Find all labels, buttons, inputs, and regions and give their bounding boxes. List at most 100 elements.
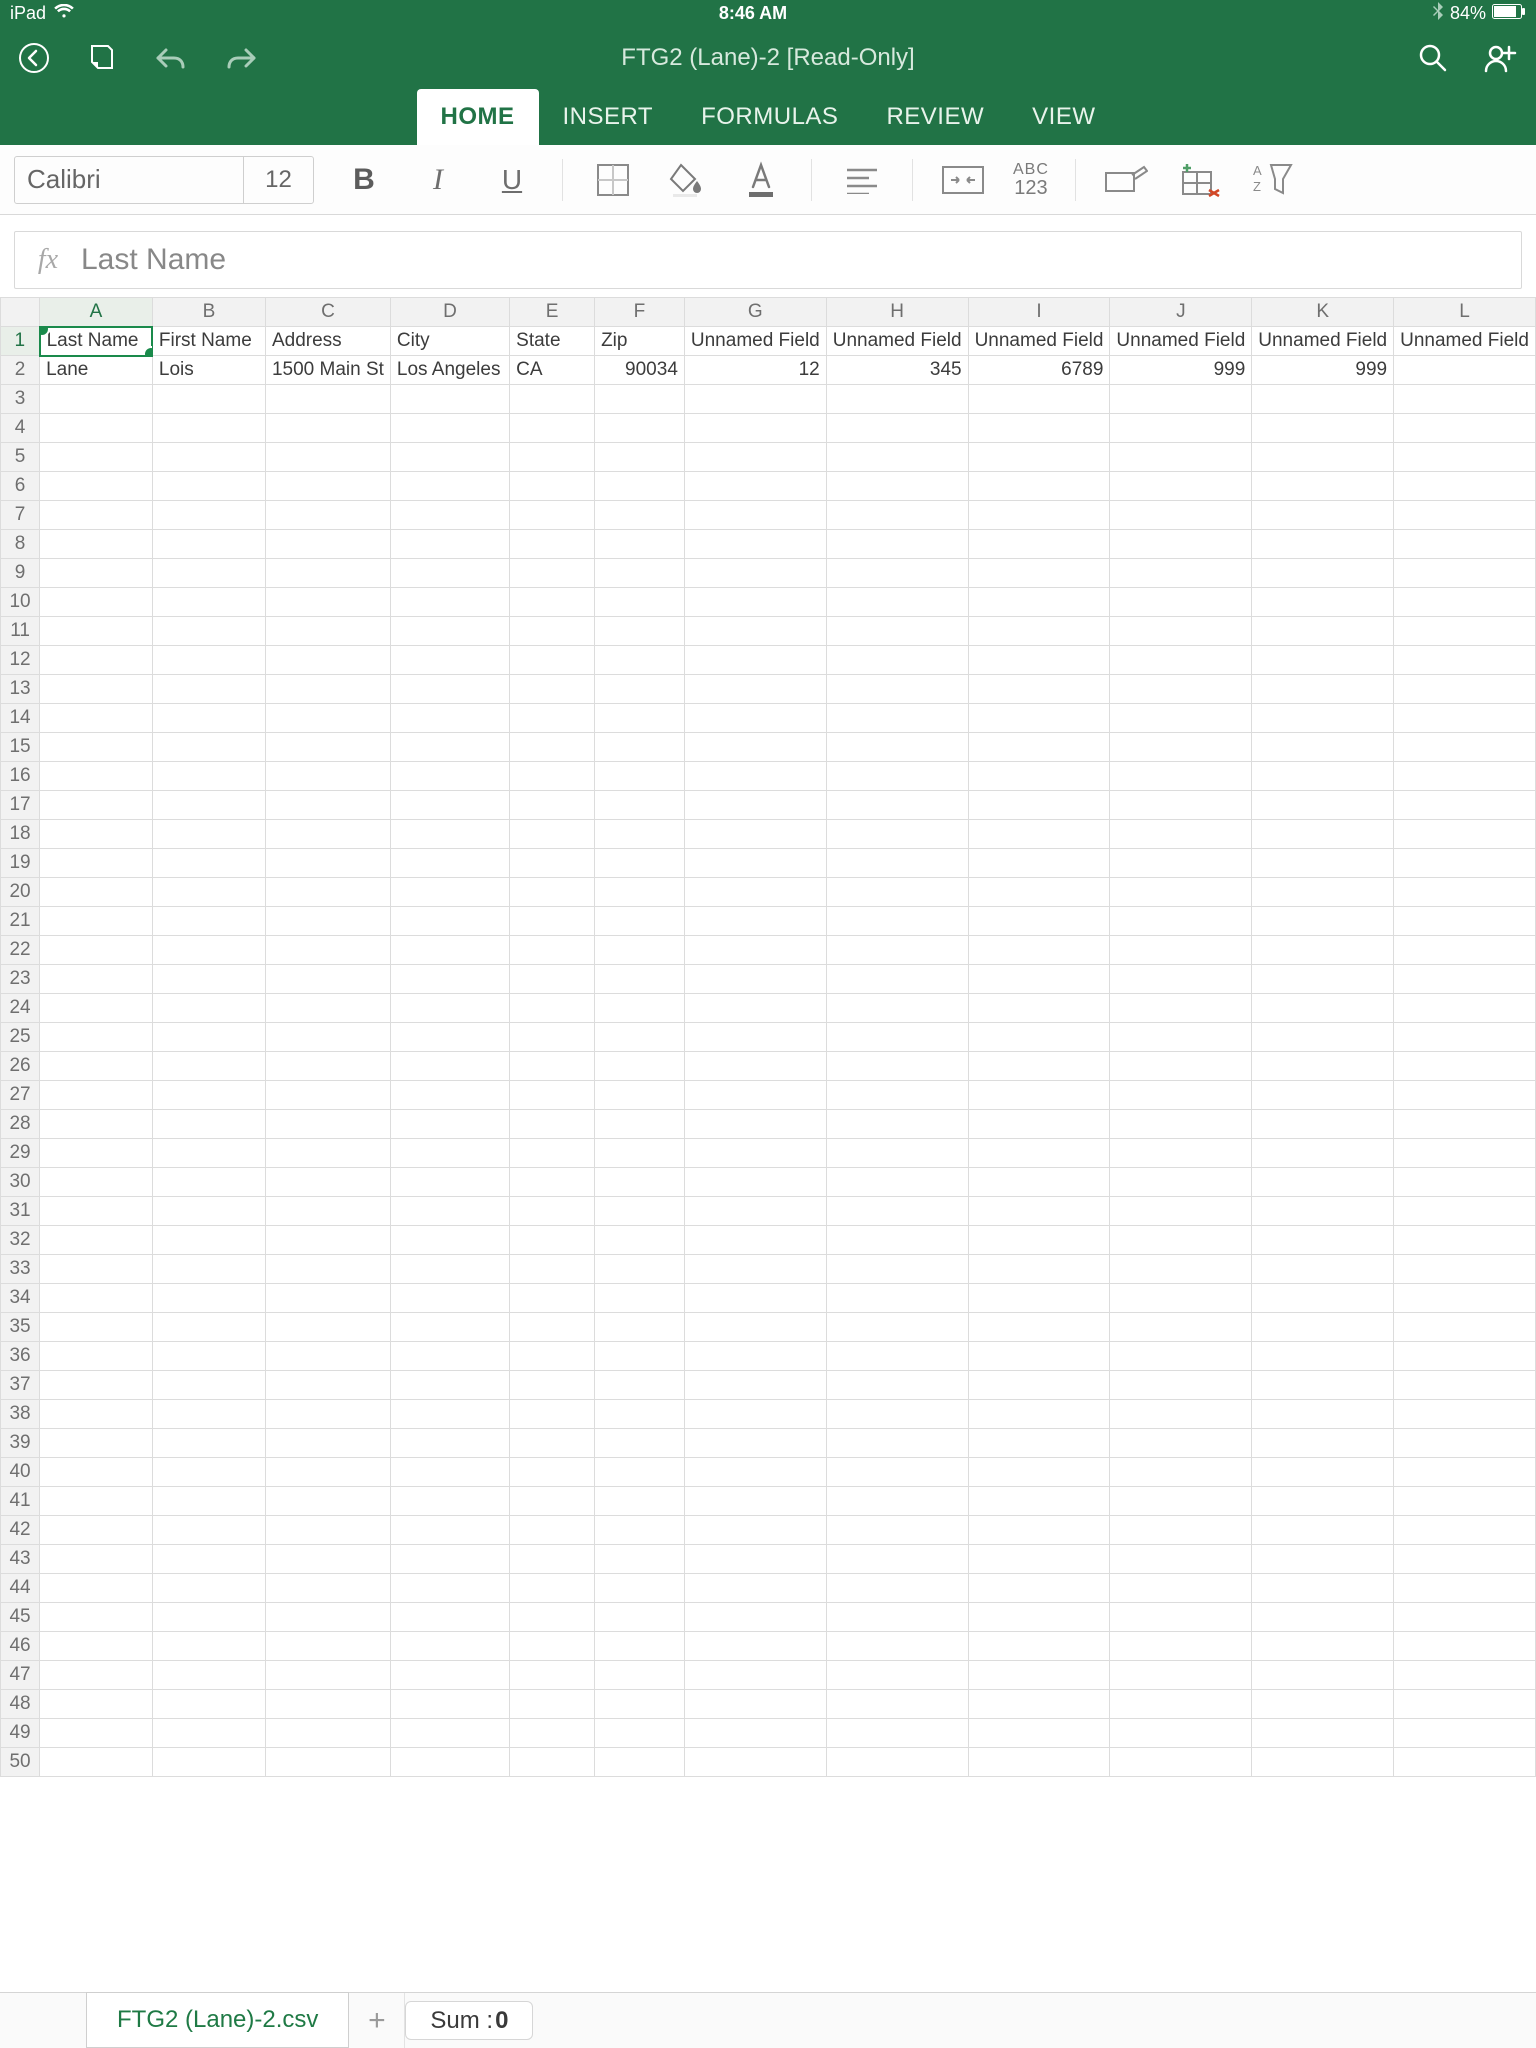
cell[interactable] [968, 762, 1110, 791]
cell[interactable] [684, 1516, 826, 1545]
cell[interactable] [1394, 1226, 1536, 1255]
cell[interactable] [826, 1458, 968, 1487]
cell[interactable] [595, 965, 685, 994]
cell[interactable] [1394, 762, 1536, 791]
cell[interactable] [684, 878, 826, 907]
cell[interactable]: Unnamed Field [1110, 327, 1252, 356]
cell[interactable] [684, 965, 826, 994]
cell[interactable] [826, 530, 968, 559]
cell[interactable] [152, 443, 265, 472]
cell[interactable] [510, 820, 595, 849]
row-header[interactable]: 40 [1, 1458, 40, 1487]
cell[interactable] [40, 1458, 153, 1487]
cell[interactable] [684, 1661, 826, 1690]
cell[interactable] [40, 1516, 153, 1545]
column-header[interactable]: K [1252, 298, 1394, 327]
cell[interactable] [1110, 1719, 1252, 1748]
cell[interactable] [40, 1255, 153, 1284]
cell[interactable] [265, 1342, 390, 1371]
cell[interactable] [595, 385, 685, 414]
cell[interactable] [1394, 1023, 1536, 1052]
cell[interactable] [152, 414, 265, 443]
cell[interactable] [390, 1313, 509, 1342]
cell[interactable] [510, 907, 595, 936]
cell[interactable] [1394, 1255, 1536, 1284]
cell[interactable] [40, 1545, 153, 1574]
cell[interactable] [265, 1574, 390, 1603]
row-header[interactable]: 37 [1, 1371, 40, 1400]
cell[interactable] [390, 617, 509, 646]
cell[interactable] [968, 1458, 1110, 1487]
row-header[interactable]: 34 [1, 1284, 40, 1313]
row-header[interactable]: 20 [1, 878, 40, 907]
cell[interactable] [152, 385, 265, 414]
cell[interactable]: City [390, 327, 509, 356]
cell[interactable] [595, 1661, 685, 1690]
cell[interactable] [152, 1429, 265, 1458]
cell[interactable] [826, 588, 968, 617]
cell[interactable] [684, 472, 826, 501]
cell[interactable] [390, 646, 509, 675]
cell[interactable] [40, 1081, 153, 1110]
cell[interactable] [152, 1226, 265, 1255]
cell[interactable] [152, 1400, 265, 1429]
cell[interactable] [40, 1342, 153, 1371]
cell[interactable] [265, 1226, 390, 1255]
cell[interactable] [40, 733, 153, 762]
cell[interactable] [40, 1110, 153, 1139]
cell[interactable] [152, 1168, 265, 1197]
cell[interactable] [152, 1574, 265, 1603]
cell[interactable] [595, 1342, 685, 1371]
cell[interactable] [510, 530, 595, 559]
cell[interactable] [1252, 1226, 1394, 1255]
cell[interactable] [1110, 1516, 1252, 1545]
cell[interactable] [265, 1545, 390, 1574]
row-header[interactable]: 30 [1, 1168, 40, 1197]
cell[interactable] [968, 1690, 1110, 1719]
cell[interactable] [595, 936, 685, 965]
cell[interactable] [826, 936, 968, 965]
cell[interactable] [40, 1226, 153, 1255]
cell[interactable] [510, 1516, 595, 1545]
cell[interactable] [152, 1545, 265, 1574]
cell[interactable] [152, 936, 265, 965]
cell[interactable] [1252, 414, 1394, 443]
cell[interactable] [826, 472, 968, 501]
cell[interactable] [265, 1168, 390, 1197]
cell[interactable] [1110, 1545, 1252, 1574]
row-header[interactable]: 2 [1, 356, 40, 385]
cell[interactable] [968, 1110, 1110, 1139]
cell[interactable] [595, 675, 685, 704]
cell[interactable] [510, 704, 595, 733]
formula-value[interactable]: Last Name [81, 243, 226, 277]
cell[interactable] [595, 530, 685, 559]
cell[interactable] [265, 1197, 390, 1226]
cell[interactable] [1110, 1081, 1252, 1110]
cell[interactable] [684, 385, 826, 414]
sheet-tab[interactable]: FTG2 (Lane)-2.csv [86, 1992, 349, 2048]
cell[interactable] [265, 443, 390, 472]
cell[interactable] [684, 994, 826, 1023]
cell[interactable] [1110, 820, 1252, 849]
cell[interactable] [40, 646, 153, 675]
cell[interactable] [968, 385, 1110, 414]
cell[interactable] [1394, 791, 1536, 820]
row-header[interactable]: 38 [1, 1400, 40, 1429]
cell[interactable] [390, 1719, 509, 1748]
cell[interactable] [390, 878, 509, 907]
cell[interactable] [684, 1226, 826, 1255]
cell[interactable] [152, 1632, 265, 1661]
cell[interactable] [968, 791, 1110, 820]
cell[interactable] [1110, 385, 1252, 414]
cell[interactable] [968, 646, 1110, 675]
cell[interactable] [595, 617, 685, 646]
cell[interactable] [152, 1487, 265, 1516]
cell[interactable] [684, 762, 826, 791]
cell[interactable] [595, 1487, 685, 1516]
cell[interactable] [1394, 472, 1536, 501]
cell[interactable] [40, 994, 153, 1023]
cell[interactable] [684, 1284, 826, 1313]
cell[interactable] [510, 1661, 595, 1690]
cell[interactable] [265, 1081, 390, 1110]
cell[interactable] [152, 1139, 265, 1168]
